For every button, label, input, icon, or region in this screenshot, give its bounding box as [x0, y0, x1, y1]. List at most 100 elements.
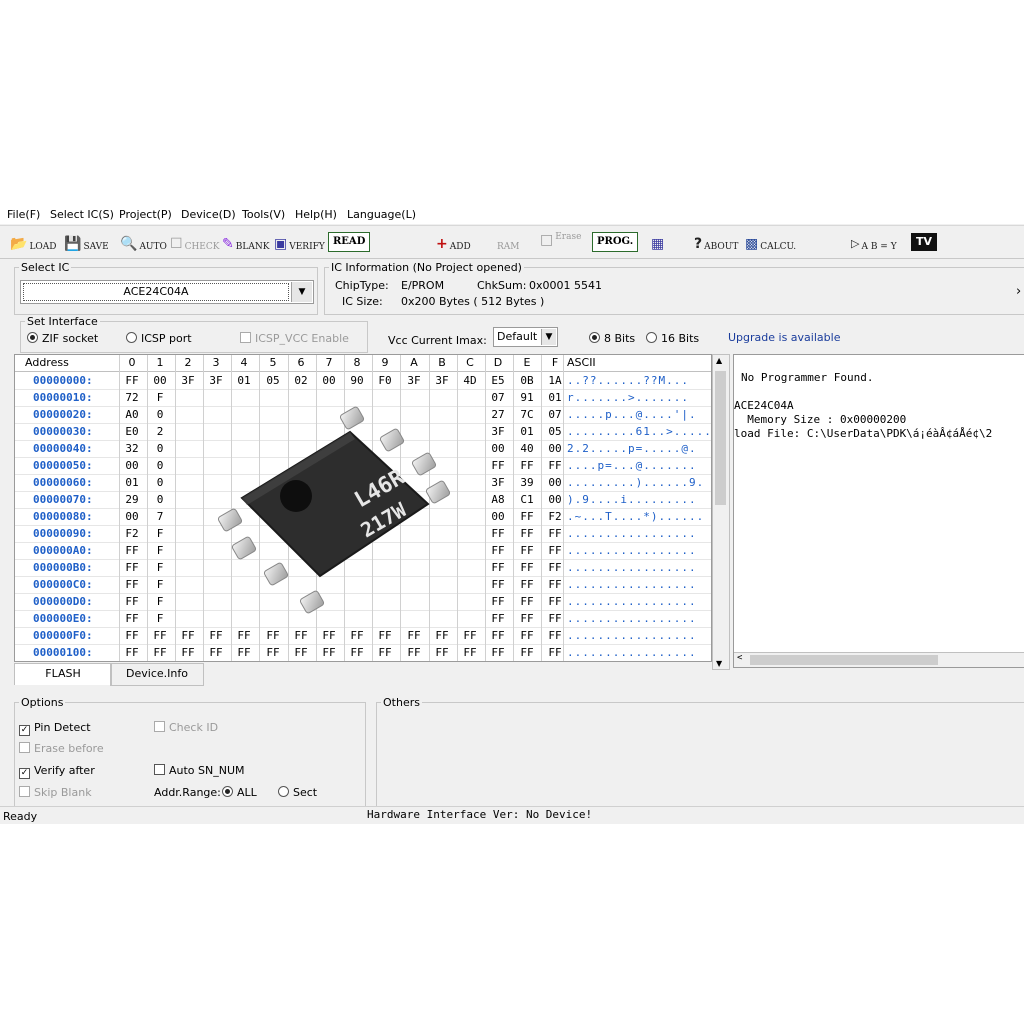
hex-cell[interactable]: E5: [485, 374, 511, 387]
hex-cell[interactable]: FF: [119, 578, 145, 591]
hex-cell[interactable]: 3F: [429, 374, 455, 387]
hex-cell[interactable]: 91: [514, 391, 540, 404]
hex-cell[interactable]: 0: [147, 408, 173, 421]
chevron-down-icon[interactable]: ▼: [541, 329, 556, 345]
blank-button[interactable]: ✎ BLANK: [222, 232, 269, 252]
bits-8-radio[interactable]: 8 Bits: [589, 332, 635, 345]
hex-cell[interactable]: FF: [485, 544, 511, 557]
hex-cell[interactable]: FF: [260, 629, 286, 642]
skip-blank-checkbox[interactable]: Skip Blank: [19, 786, 92, 799]
hex-cell[interactable]: FF: [429, 646, 455, 659]
hex-cell[interactable]: FF: [288, 629, 314, 642]
hex-cell[interactable]: 7: [147, 510, 173, 523]
hex-cell[interactable]: FF: [514, 578, 540, 591]
hex-cell[interactable]: F: [147, 391, 173, 404]
hex-cell[interactable]: FF: [514, 459, 540, 472]
verify-button[interactable]: ▣ VERIFY: [274, 232, 325, 252]
hex-cell[interactable]: FF: [485, 629, 511, 642]
hex-cell[interactable]: FF: [119, 612, 145, 625]
icsp-vcc-checkbox[interactable]: ICSP_VCC Enable: [240, 332, 349, 345]
hex-cell[interactable]: 0: [147, 476, 173, 489]
hex-cell[interactable]: FF: [542, 561, 568, 574]
hex-cell[interactable]: FF: [175, 646, 201, 659]
hex-cell[interactable]: FF: [147, 646, 173, 659]
chevron-down-icon[interactable]: ▼: [291, 282, 312, 302]
hex-cell[interactable]: FF: [119, 595, 145, 608]
scroll-thumb[interactable]: [715, 371, 726, 505]
hex-cell[interactable]: FF: [429, 629, 455, 642]
prog-button[interactable]: PROG.: [592, 232, 639, 252]
chip-view-button[interactable]: ▦: [651, 232, 666, 252]
hex-cell[interactable]: FF: [485, 578, 511, 591]
hex-cell[interactable]: FF: [485, 612, 511, 625]
hex-cell[interactable]: FF: [542, 578, 568, 591]
hex-cell[interactable]: FF: [542, 629, 568, 642]
hex-cell[interactable]: 00: [542, 442, 568, 455]
logic-gate-button[interactable]: ▷ A B = Y: [851, 232, 897, 252]
scroll-down-icon[interactable]: ▼: [716, 659, 722, 668]
verify-after-checkbox[interactable]: ✓ Verify after: [19, 764, 95, 779]
hex-cell[interactable]: 00: [542, 493, 568, 506]
auto-sn-checkbox[interactable]: Auto SN_NUM: [154, 764, 245, 777]
hex-cell[interactable]: 00: [316, 374, 342, 387]
hex-cell[interactable]: FF: [457, 646, 483, 659]
ic-select[interactable]: ACE24C04A ▼: [20, 280, 314, 304]
scroll-left-icon[interactable]: <: [737, 653, 742, 663]
zif-socket-radio[interactable]: ZIF socket: [27, 332, 98, 345]
hex-cell[interactable]: E0: [119, 425, 145, 438]
tv-button[interactable]: TV: [911, 233, 937, 251]
check-id-checkbox[interactable]: Check ID: [154, 721, 218, 734]
tab-device-info[interactable]: Device.Info: [110, 663, 204, 686]
hex-cell[interactable]: 4D: [457, 374, 483, 387]
hex-cell[interactable]: FF: [514, 527, 540, 540]
upgrade-link[interactable]: Upgrade is available: [728, 331, 840, 344]
log-horizontal-scrollbar[interactable]: <: [734, 652, 1024, 667]
hex-cell[interactable]: 90: [344, 374, 370, 387]
hex-cell[interactable]: FF: [231, 629, 257, 642]
chevron-right-icon[interactable]: ›: [1016, 284, 1021, 299]
hex-cell[interactable]: 3F: [401, 374, 427, 387]
auto-button[interactable]: 🔍 AUTO: [120, 232, 167, 252]
hex-cell[interactable]: F0: [372, 374, 398, 387]
hex-cell[interactable]: 00: [485, 442, 511, 455]
hex-cell[interactable]: FF: [288, 646, 314, 659]
hex-cell[interactable]: 05: [542, 425, 568, 438]
hex-cell[interactable]: 00: [542, 476, 568, 489]
scroll-up-icon[interactable]: ▲: [716, 356, 722, 365]
hex-cell[interactable]: C1: [514, 493, 540, 506]
hex-cell[interactable]: FF: [542, 544, 568, 557]
hex-cell[interactable]: FF: [514, 646, 540, 659]
hex-cell[interactable]: 07: [485, 391, 511, 404]
hex-cell[interactable]: FF: [514, 629, 540, 642]
hex-cell[interactable]: 3F: [485, 425, 511, 438]
hex-cell[interactable]: 7C: [514, 408, 540, 421]
hex-cell[interactable]: 0: [147, 493, 173, 506]
hex-cell[interactable]: FF: [485, 527, 511, 540]
menu-project[interactable]: Project(P): [119, 208, 172, 221]
hex-cell[interactable]: 0B: [514, 374, 540, 387]
hex-cell[interactable]: FF: [514, 612, 540, 625]
hex-cell[interactable]: FF: [260, 646, 286, 659]
hex-cell[interactable]: FF: [316, 629, 342, 642]
hex-cell[interactable]: FF: [514, 561, 540, 574]
hex-cell[interactable]: 0: [147, 442, 173, 455]
hex-cell[interactable]: FF: [542, 646, 568, 659]
hex-cell[interactable]: FF: [119, 561, 145, 574]
hex-cell[interactable]: FF: [542, 527, 568, 540]
hex-cell[interactable]: FF: [372, 646, 398, 659]
scroll-thumb[interactable]: [750, 655, 938, 665]
hex-cell[interactable]: 0: [147, 459, 173, 472]
hex-cell[interactable]: FF: [147, 629, 173, 642]
hex-cell[interactable]: 00: [485, 510, 511, 523]
hex-cell[interactable]: 01: [231, 374, 257, 387]
check-button[interactable]: ☐ CHECK: [170, 232, 219, 252]
hex-cell[interactable]: 40: [514, 442, 540, 455]
hex-cell[interactable]: A0: [119, 408, 145, 421]
hex-cell[interactable]: FF: [203, 646, 229, 659]
bits-16-radio[interactable]: 16 Bits: [646, 332, 699, 345]
hex-cell[interactable]: F: [147, 578, 173, 591]
ram-button[interactable]: RAM: [497, 232, 520, 252]
vcc-current-select[interactable]: Default ▼: [493, 327, 558, 347]
hex-cell[interactable]: FF: [542, 595, 568, 608]
hex-cell[interactable]: F: [147, 595, 173, 608]
